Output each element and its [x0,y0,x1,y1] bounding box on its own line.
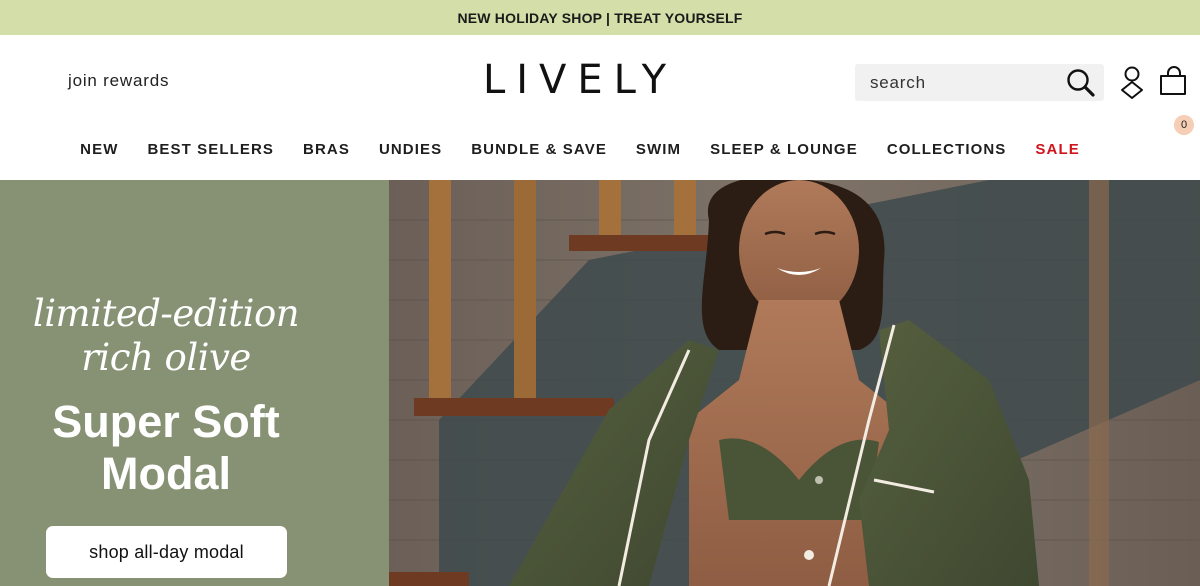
main-nav: NEW BEST SELLERS BRAS UNDIES BUNDLE & SA… [0,141,1160,163]
nav-item-best-sellers[interactable]: BEST SELLERS [147,141,274,163]
nav-item-swim[interactable]: SWIM [636,141,681,163]
promo-text[interactable]: NEW HOLIDAY SHOP | TREAT YOURSELF [457,10,742,26]
shopping-bag-icon[interactable] [1158,65,1190,99]
account-icon[interactable] [1118,65,1146,99]
hero-tagline: limited-edition rich olive [32,292,300,379]
nav-item-bundle-save[interactable]: BUNDLE & SAVE [471,141,607,163]
nav-item-bras[interactable]: BRAS [303,141,350,163]
site-header: join rewards LIVELY 0 NEW BEST SELLERS B… [0,35,1200,180]
hero-photo[interactable] [389,180,1200,586]
nav-item-new[interactable]: NEW [80,141,118,163]
search-icon[interactable] [1066,68,1096,98]
search-box [855,64,1104,101]
promo-bar[interactable]: NEW HOLIDAY SHOP | TREAT YOURSELF [0,0,1200,35]
nav-item-collections[interactable]: COLLECTIONS [887,141,1007,163]
search-input[interactable] [855,64,1050,101]
nav-item-sleep-lounge[interactable]: SLEEP & LOUNGE [710,141,858,163]
hero-title: Super Soft Modal [52,396,280,499]
hero-text-panel: limited-edition rich olive Super Soft Mo… [0,180,389,586]
hero-banner: limited-edition rich olive Super Soft Mo… [0,180,1200,586]
nav-item-undies[interactable]: UNDIES [379,141,442,163]
nav-item-sale[interactable]: SALE [1035,141,1079,163]
shop-modal-button[interactable]: shop all-day modal [46,526,287,578]
cart-count-badge[interactable]: 0 [1174,115,1194,135]
